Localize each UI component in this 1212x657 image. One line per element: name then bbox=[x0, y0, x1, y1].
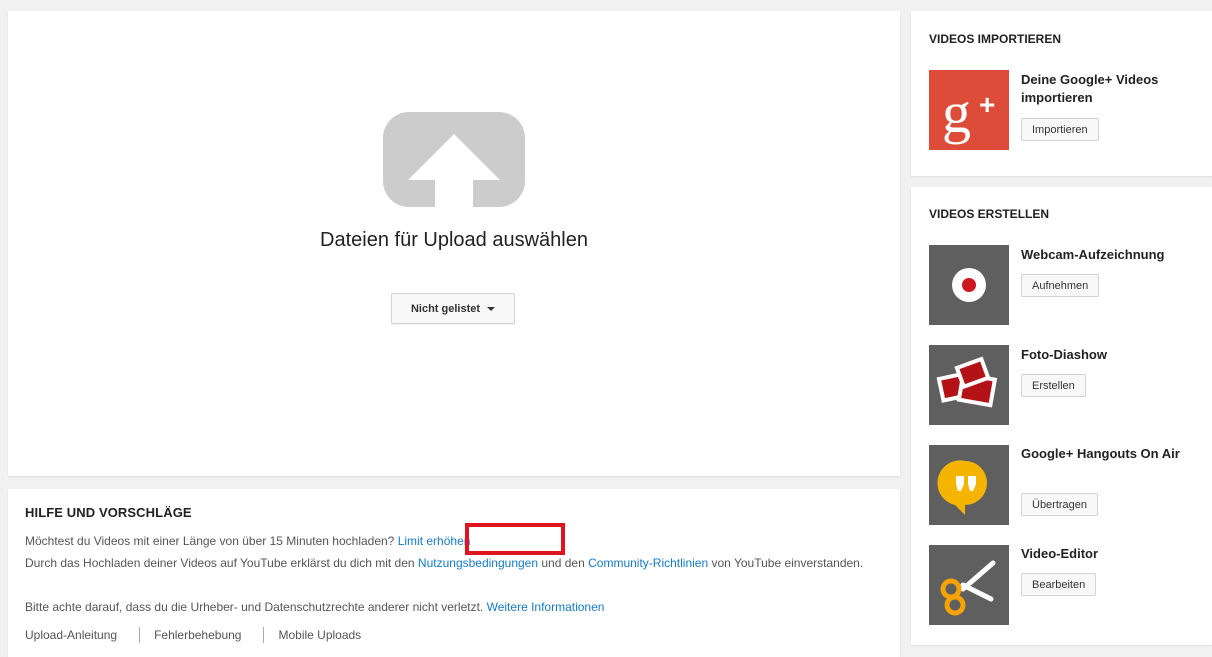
svg-text:+: + bbox=[979, 89, 995, 120]
terms-mid: und den bbox=[541, 556, 585, 570]
broadcast-button[interactable]: Übertragen bbox=[1021, 493, 1099, 516]
webcam-title: Webcam-Aufzeichnung bbox=[1021, 247, 1165, 262]
privacy-dropdown-label: Nicht gelistet bbox=[410, 302, 481, 315]
google-plus-icon[interactable]: g + bbox=[929, 70, 1009, 150]
editor-title: Video-Editor bbox=[1021, 546, 1099, 561]
upload-guide-link[interactable]: Upload-Anleitung bbox=[25, 628, 117, 642]
help-heading: HILFE UND VORSCHLÄGE bbox=[25, 505, 192, 520]
rights-notice: Bitte achte darauf, dass du die Urheber-… bbox=[25, 600, 484, 614]
limit-question: Möchtest du Videos mit einer Länge von ü… bbox=[25, 534, 395, 548]
edit-button[interactable]: Bearbeiten bbox=[1021, 573, 1097, 596]
slideshow-title: Foto-Diashow bbox=[1021, 347, 1107, 362]
record-button[interactable]: Aufnehmen bbox=[1021, 274, 1100, 297]
mobile-uploads-link[interactable]: Mobile Uploads bbox=[278, 628, 361, 642]
photo-slideshow-icon[interactable] bbox=[929, 345, 1009, 425]
divider bbox=[139, 627, 141, 643]
upload-title[interactable]: Dateien für Upload auswählen bbox=[8, 229, 900, 252]
create-button[interactable]: Erstellen bbox=[1021, 374, 1086, 397]
import-heading: VIDEOS IMPORTIEREN bbox=[929, 32, 1062, 46]
troubleshooting-link[interactable]: Fehlerbehebung bbox=[154, 628, 241, 642]
svg-text:g: g bbox=[942, 80, 971, 145]
help-line-rights: Bitte achte darauf, dass du die Urheber-… bbox=[25, 598, 885, 617]
video-editor-icon[interactable] bbox=[929, 545, 1009, 625]
increase-limit-link[interactable]: Limit erhöhen bbox=[398, 534, 471, 548]
help-line-terms: Durch das Hochladen deiner Videos auf Yo… bbox=[25, 554, 885, 573]
hangouts-icon[interactable] bbox=[929, 445, 1009, 525]
create-panel: VIDEOS ERSTELLEN Webcam-Aufzeichnung Auf… bbox=[911, 187, 1212, 645]
create-heading: VIDEOS ERSTELLEN bbox=[929, 207, 1050, 221]
privacy-dropdown[interactable]: Nicht gelistet bbox=[391, 293, 515, 324]
import-panel: VIDEOS IMPORTIEREN g + Deine Google+ Vid… bbox=[911, 11, 1212, 176]
upload-panel: Dateien für Upload auswählen Nicht gelis… bbox=[8, 11, 900, 476]
community-guidelines-link[interactable]: Community-Richtlinien bbox=[588, 556, 708, 570]
divider bbox=[263, 627, 265, 643]
terms-link[interactable]: Nutzungsbedingungen bbox=[418, 556, 538, 570]
import-item-title: Deine Google+ Videos importieren bbox=[1021, 72, 1159, 105]
terms-suffix: von YouTube einverstanden. bbox=[711, 556, 864, 570]
import-button[interactable]: Importieren bbox=[1021, 118, 1099, 141]
help-footer-links: Upload-Anleitung Fehlerbehebung Mobile U… bbox=[25, 627, 361, 643]
hangouts-title: Google+ Hangouts On Air bbox=[1021, 446, 1180, 461]
help-panel: HILFE UND VORSCHLÄGE Möchtest du Videos … bbox=[8, 489, 900, 657]
terms-prefix: Durch das Hochladen deiner Videos auf Yo… bbox=[25, 556, 415, 570]
more-info-link[interactable]: Weitere Informationen bbox=[487, 600, 605, 614]
webcam-record-icon[interactable] bbox=[929, 245, 1009, 325]
chevron-down-icon bbox=[487, 306, 496, 311]
upload-arrow-icon[interactable] bbox=[383, 112, 525, 207]
help-line-limit: Möchtest du Videos mit einer Länge von ü… bbox=[25, 532, 885, 551]
